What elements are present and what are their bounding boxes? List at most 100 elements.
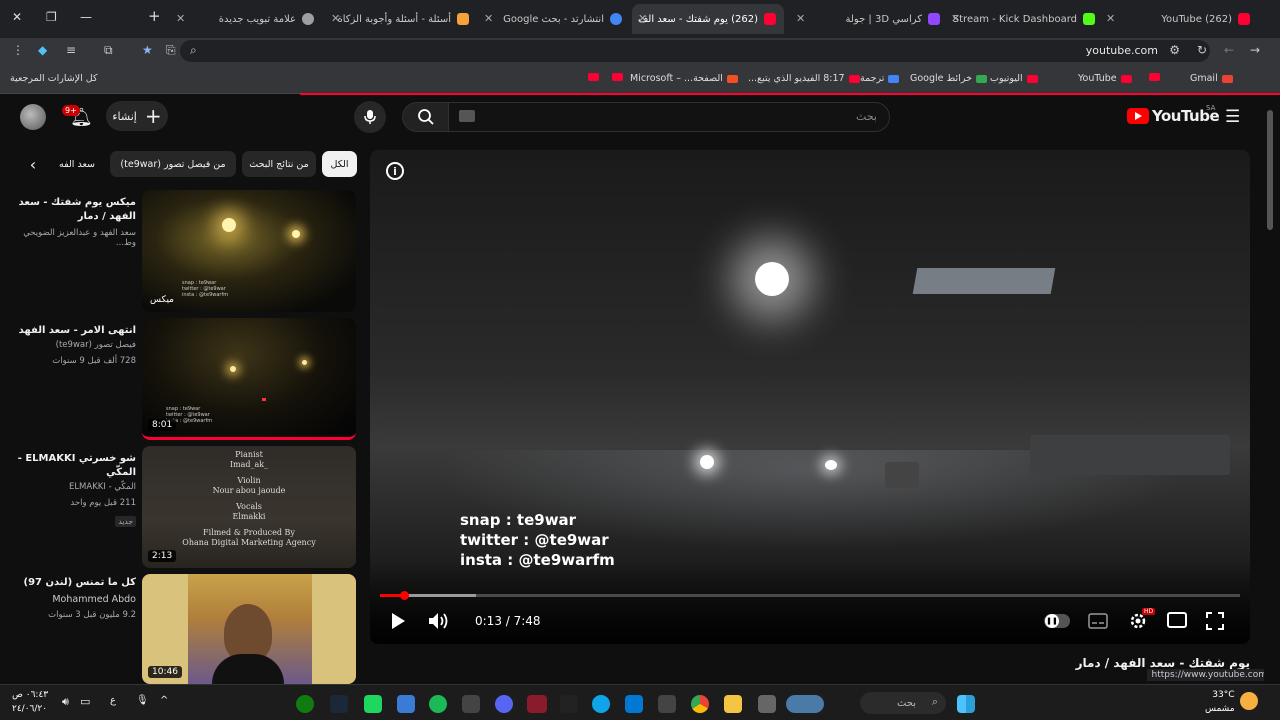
play-icon[interactable] — [390, 612, 406, 630]
tab-google[interactable]: انتشارتد - بحث Google ✕ — [478, 4, 628, 34]
bookmark-gmail[interactable]: Gmail — [1190, 73, 1233, 84]
related-title[interactable]: شو خسرتي ELMAKKI - المكّي — [14, 452, 136, 480]
app-icon[interactable] — [397, 695, 415, 713]
chips-prev-chevron-icon[interactable]: ‹ — [22, 151, 44, 177]
bookmark-star-icon[interactable]: ★ — [142, 43, 153, 57]
related-title[interactable]: انتهى الامر - سعد الفهد — [14, 324, 136, 338]
close-window-icon[interactable]: ✕ — [12, 10, 22, 24]
scrollbar-thumb[interactable] — [1267, 110, 1273, 230]
tray-microphone-icon[interactable]: 🎙︎ — [136, 695, 149, 706]
theater-mode-icon[interactable] — [1167, 612, 1187, 628]
volume-icon[interactable] — [428, 612, 450, 630]
bookmark-youtube-ar[interactable]: اليوتيوب — [990, 73, 1038, 84]
related-title[interactable]: كل ما تمنس (لندن 97) — [14, 576, 136, 590]
tab-current-video[interactable]: (262) يوم شفتك - سعد الف ✕ — [632, 4, 784, 34]
video-thumbnail[interactable]: snap : te9war twitter : @te9war insta : @t… — [142, 190, 356, 312]
search-button[interactable] — [402, 102, 450, 132]
extension-icon[interactable]: ◆ — [38, 43, 47, 57]
voice-search-button[interactable] — [354, 101, 386, 133]
tab-zakat[interactable]: أسئلة - أسئلة وأجوبة الزكاة ✕ — [325, 4, 475, 34]
windows-start-icon[interactable] — [957, 695, 975, 713]
speaker-icon[interactable]: 🔊︎ — [62, 695, 69, 709]
close-tab-icon[interactable]: ✕ — [484, 12, 493, 25]
close-tab-icon[interactable]: ✕ — [638, 12, 647, 25]
bookmark-video[interactable]: 8:17 الفيديو الذي يتبع... — [748, 73, 860, 84]
subtitles-icon[interactable] — [1088, 613, 1108, 629]
related-channel[interactable]: Mohammed Abdo — [12, 594, 136, 605]
keyboard-icon[interactable] — [459, 110, 475, 122]
tab-kick[interactable]: Stream - Kick Dashboard ✕ — [945, 4, 1095, 34]
site-settings-icon[interactable]: ⚙ — [1169, 43, 1180, 57]
back-icon[interactable]: → — [1250, 43, 1260, 57]
create-button[interactable]: إنشاء + — [106, 101, 168, 131]
close-tab-icon[interactable]: ✕ — [796, 12, 805, 25]
tab-new[interactable]: علامة تبويب جديدة ✕ — [170, 4, 320, 34]
close-tab-icon[interactable]: ✕ — [951, 12, 960, 25]
store-app-icon[interactable] — [625, 695, 643, 713]
video-thumbnail[interactable]: Pianist Imad_ak_ Violin Nour abou jaoude Voc… — [142, 446, 356, 568]
all-bookmarks[interactable]: كل الإشارات المرجعية — [10, 73, 98, 84]
bookmark-youtube[interactable] — [1145, 73, 1160, 81]
taskbar-search[interactable]: بحث ⌕ — [860, 692, 946, 714]
zoom-icon[interactable]: ⌕ — [190, 43, 197, 58]
app-icon[interactable] — [364, 695, 382, 713]
chrome-app-icon[interactable] — [691, 695, 709, 713]
discord-app-icon[interactable] — [495, 695, 513, 713]
input-language-icon[interactable]: ع — [110, 695, 116, 706]
video-thumbnail[interactable]: snap : te9war twitter : @te9war insta : @t… — [142, 318, 356, 440]
fullscreen-icon[interactable] — [1206, 612, 1224, 630]
related-title[interactable]: ميكس يوم شفتك - سعد الفهد / دمار — [14, 196, 136, 224]
close-tab-icon[interactable]: ✕ — [331, 12, 340, 25]
chip-channel[interactable]: من فيصل تصور (te9war) — [110, 151, 236, 177]
chip-all[interactable]: الكل — [322, 151, 357, 177]
close-tab-icon[interactable]: ✕ — [176, 12, 185, 25]
related-video[interactable]: snap : te9war twitter : @te9war insta : @t… — [10, 190, 360, 314]
xbox-app-icon[interactable] — [296, 695, 314, 713]
minimize-window-icon[interactable]: — — [80, 10, 92, 24]
bookmark-youtube-2[interactable]: YouTube — [1078, 73, 1132, 84]
restore-window-icon[interactable]: ❐ — [46, 10, 57, 24]
extensions-puzzle-icon[interactable]: ⧉ — [104, 43, 113, 58]
tab-youtube[interactable]: (262) YouTube ✕ — [1100, 4, 1250, 34]
app-icon[interactable] — [462, 695, 480, 713]
related-video[interactable]: snap : te9war twitter : @te9war insta : @t… — [10, 318, 360, 442]
close-tab-icon[interactable]: ✕ — [1106, 12, 1115, 25]
bookmark-translate[interactable]: ترجمة — [860, 73, 900, 84]
bookmark-microsoft[interactable]: الصفحة... – Microsoft — [630, 73, 738, 84]
tab-chairs[interactable]: كراسي 3D | جولة ✕ — [790, 4, 940, 34]
reload-icon[interactable]: ↻ — [1197, 43, 1207, 57]
info-icon[interactable]: i — [386, 162, 404, 180]
related-channel[interactable]: فيصل تصور (te9war) — [12, 340, 136, 350]
spotify-app-icon[interactable] — [429, 695, 447, 713]
omnibox[interactable]: ★ ⎘ ⌕ youtube.com ⚙ — [142, 40, 1210, 62]
tray-overflow-chevron-icon[interactable]: ^ — [160, 695, 168, 706]
chip-from-search[interactable]: من نتائج البحث — [242, 151, 316, 177]
app-icon[interactable] — [786, 695, 824, 713]
avatar[interactable] — [20, 104, 46, 130]
video-thumbnail[interactable]: 10:46 — [142, 574, 356, 684]
hamburger-menu-icon[interactable]: ☰ — [1225, 107, 1240, 127]
progress-bar-track[interactable] — [380, 594, 1240, 597]
edge-app-icon[interactable] — [592, 695, 610, 713]
related-video[interactable]: Pianist Imad_ak_ Violin Nour abou jaoude Voc… — [10, 446, 360, 570]
app-icon[interactable] — [560, 695, 578, 713]
system-clock[interactable]: ٠٦:٤٣ ص ٢٤/٠٦/٢٠ — [12, 688, 48, 716]
app-icon[interactable] — [758, 695, 776, 713]
playlist-icon[interactable]: ≡ — [66, 43, 76, 57]
search-input[interactable]: بحث — [448, 102, 890, 132]
chip-artist[interactable]: سعد الفه — [50, 151, 104, 177]
bookmark-youtube-4[interactable] — [584, 73, 599, 81]
steam-app-icon[interactable] — [330, 695, 348, 713]
bookmark-maps[interactable]: خرائط Google — [910, 73, 987, 84]
save-page-icon[interactable]: ⎘ — [166, 43, 176, 58]
related-channel[interactable]: المكّي - ELMAKKI — [12, 482, 136, 492]
bookmark-youtube-3[interactable] — [608, 73, 623, 81]
new-tab-icon[interactable]: + — [148, 7, 161, 25]
app-icon[interactable] — [527, 695, 547, 713]
forward-icon[interactable]: ← — [1224, 43, 1234, 57]
progress-scrubber-handle[interactable] — [400, 591, 409, 600]
weather-widget[interactable]: 33°C مشمس — [1205, 688, 1235, 716]
battery-icon[interactable]: ▭ — [80, 695, 90, 708]
autoplay-toggle[interactable]: ❚❚ — [1044, 614, 1070, 628]
related-video[interactable]: 10:46 كل ما تمنس (لندن 97) Mohammed Abdo… — [10, 574, 360, 684]
